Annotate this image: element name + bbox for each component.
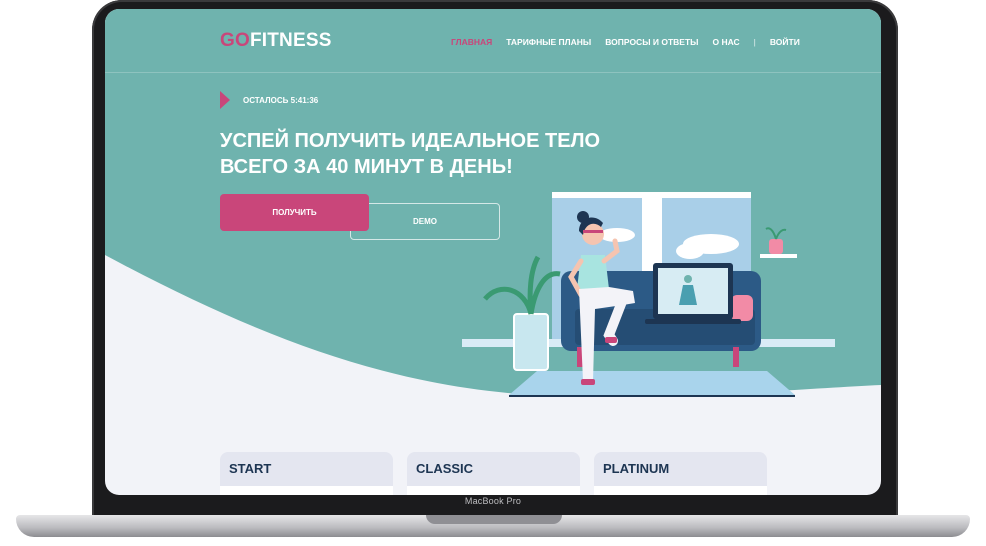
main-nav: ГЛАВНАЯ ТАРИФНЫЕ ПЛАНЫ ВОПРОСЫ И ОТВЕТЫ … — [451, 37, 814, 47]
nav-item-home[interactable]: ГЛАВНАЯ — [451, 37, 492, 47]
countdown-text: ОСТАЛОСЬ 5:41:36 — [243, 95, 319, 105]
browser-screen: GOFITNESS ГЛАВНАЯ ТАРИФНЫЕ ПЛАНЫ ВОПРОСЫ… — [105, 9, 881, 495]
nav-item-login[interactable]: ВОЙТИ — [770, 37, 800, 47]
plan-card-platinum[interactable]: PLATINUM — [594, 452, 767, 495]
plan-card-classic[interactable]: CLASSIC — [407, 452, 580, 495]
plan-name: START — [229, 461, 272, 476]
plan-name: CLASSIC — [416, 461, 474, 476]
get-button[interactable]: ПОЛУЧИТЬ — [220, 194, 369, 231]
plan-name: PLATINUM — [603, 461, 670, 476]
nav-item-plans[interactable]: ТАРИФНЫЕ ПЛАНЫ — [506, 37, 591, 47]
hero-headline-line2: ВСЕГО ЗА 40 МИНУТ В ДЕНЬ! — [220, 156, 513, 178]
hero-headline: УСПЕЙ ПОЛУЧИТЬ ИДЕАЛЬНОЕ ТЕЛО ВСЕГО ЗА 4… — [220, 128, 640, 180]
logo[interactable]: GOFITNESS — [220, 30, 332, 52]
hero-background — [105, 9, 881, 397]
nav-item-about[interactable]: О НАС — [712, 37, 739, 47]
device-label: MacBook Pro — [464, 496, 522, 506]
nav-separator: | — [753, 37, 756, 47]
plan-card-body — [594, 486, 767, 495]
demo-button[interactable]: DEMO — [350, 203, 500, 240]
hero-headline-line1: УСПЕЙ ПОЛУЧИТЬ ИДЕАЛЬНОЕ ТЕЛО — [220, 130, 601, 152]
plans-row: START CLASSIC PLATINUM — [220, 452, 781, 495]
countdown: ОСТАЛОСЬ 5:41:36 — [220, 91, 318, 109]
play-arrow-icon — [220, 91, 230, 109]
site-header: GOFITNESS ГЛАВНАЯ ТАРИФНЫЕ ПЛАНЫ ВОПРОСЫ… — [105, 9, 881, 73]
laptop-notch — [426, 515, 562, 524]
plan-card-start[interactable]: START — [220, 452, 393, 495]
plan-card-body — [407, 486, 580, 495]
nav-item-faq[interactable]: ВОПРОСЫ И ОТВЕТЫ — [605, 37, 698, 47]
plan-card-body — [220, 486, 393, 495]
